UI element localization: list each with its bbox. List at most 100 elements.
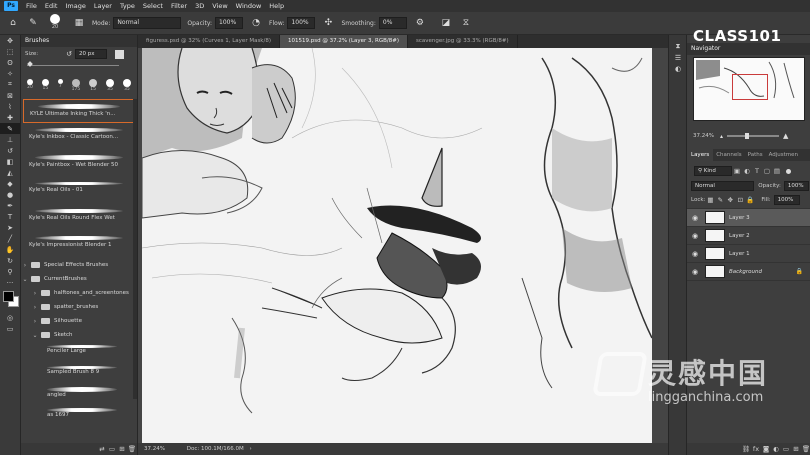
- quick-mask-icon[interactable]: ◎: [0, 312, 20, 323]
- filter-smart-icon[interactable]: ▤: [772, 167, 782, 175]
- type-tool-icon[interactable]: T: [0, 211, 20, 222]
- eraser-tool-icon[interactable]: ◧: [0, 156, 20, 167]
- brush-preset-picker[interactable]: 20: [44, 14, 66, 32]
- add-mask-icon[interactable]: ◙: [761, 445, 771, 453]
- tab-channels[interactable]: Channels: [713, 149, 744, 161]
- flow-field[interactable]: 100%: [287, 17, 316, 29]
- adjustment-layer-icon[interactable]: ◐: [771, 445, 781, 453]
- marquee-tool-icon[interactable]: ⬚: [0, 46, 20, 57]
- filter-pixel-icon[interactable]: ▣: [732, 167, 742, 175]
- brush-item[interactable]: Kyle's Real Oils - 01: [21, 182, 137, 204]
- zoom-level[interactable]: 37.24%: [144, 446, 165, 452]
- menu-layer[interactable]: Layer: [90, 2, 116, 10]
- chevron-right-icon[interactable]: ›: [21, 262, 29, 269]
- doc-tab[interactable]: figuress.psd @ 32% (Curves 1, Layer Mask…: [138, 35, 280, 48]
- line-tool-icon[interactable]: ╱: [0, 233, 20, 244]
- crop-tool-icon[interactable]: ⌗: [0, 79, 20, 90]
- brush-folder[interactable]: › Silhouette: [21, 314, 137, 328]
- frame-tool-icon[interactable]: ⊠: [0, 90, 20, 101]
- move-tool-icon[interactable]: ✥: [0, 35, 20, 46]
- clone-stamp-tool-icon[interactable]: ⊥: [0, 134, 20, 145]
- brush-item-selected[interactable]: KYLE Ultimate Inking Thick 'n...: [23, 99, 135, 123]
- menu-select[interactable]: Select: [139, 2, 167, 10]
- zoom-slider[interactable]: [727, 133, 779, 139]
- menu-edit[interactable]: Edit: [41, 2, 62, 10]
- eye-icon[interactable]: ◉: [687, 250, 703, 258]
- trash-icon[interactable]: 🗑: [127, 445, 137, 453]
- history-panel-icon[interactable]: ⧗: [669, 41, 687, 52]
- toggle-panel-icon[interactable]: ⇄: [97, 445, 107, 453]
- zoom-in-icon[interactable]: ▲: [783, 132, 788, 140]
- new-brush-icon[interactable]: ⊞: [117, 445, 127, 453]
- eye-icon[interactable]: ◉: [687, 268, 703, 276]
- chevron-right-icon[interactable]: ›: [250, 446, 252, 452]
- layer-row[interactable]: ◉ Layer 1: [687, 244, 810, 262]
- color-panel-icon[interactable]: ◐: [669, 63, 687, 74]
- chevron-right-icon[interactable]: ›: [31, 318, 39, 325]
- brush-item[interactable]: Penciler Large: [21, 345, 137, 363]
- lasso-tool-icon[interactable]: ʘ: [0, 57, 20, 68]
- layer-row[interactable]: ◉ Layer 2: [687, 226, 810, 244]
- blur-tool-icon[interactable]: ◆: [0, 178, 20, 189]
- navigator-thumbnail[interactable]: [693, 57, 805, 121]
- path-select-tool-icon[interactable]: ➤: [0, 222, 20, 233]
- menu-image[interactable]: Image: [61, 2, 89, 10]
- brush-item[interactable]: Kyle's Paintbox - Wet Blender 50: [21, 155, 137, 177]
- canvas-area[interactable]: [138, 48, 668, 443]
- brush-item[interactable]: Kyle's Impressionist Blender 1: [21, 236, 137, 258]
- new-group-icon[interactable]: ▭: [781, 445, 791, 453]
- brush-item[interactable]: Kyle's Inkbox - Classic Cartoon...: [21, 128, 137, 150]
- lock-transparency-icon[interactable]: ▦: [705, 196, 715, 204]
- history-brush-tool-icon[interactable]: ↺: [0, 145, 20, 156]
- preset-tip[interactable]: 15: [89, 79, 98, 92]
- tab-layers[interactable]: Layers: [687, 149, 714, 161]
- brush-folder[interactable]: › spatter_brushes: [21, 300, 137, 314]
- zoom-tool-icon[interactable]: ⚲: [0, 266, 20, 277]
- chevron-right-icon[interactable]: ›: [31, 304, 39, 311]
- lock-all-icon[interactable]: 🔒: [745, 196, 755, 204]
- hand-tool-icon[interactable]: ✋: [0, 244, 20, 255]
- quick-select-tool-icon[interactable]: ✧: [0, 68, 20, 79]
- menu-window[interactable]: Window: [232, 2, 266, 10]
- size-slider[interactable]: [27, 61, 119, 67]
- home-icon[interactable]: ⌂: [6, 16, 20, 30]
- brush-tool-icon-active[interactable]: ✎: [0, 123, 20, 134]
- new-brush-icon[interactable]: [115, 49, 125, 59]
- symmetry-icon[interactable]: ⧖: [459, 16, 473, 30]
- brush-folder[interactable]: ⌄ Sketch: [21, 328, 137, 342]
- paint-bucket-tool-icon[interactable]: ◭: [0, 167, 20, 178]
- document-canvas[interactable]: [142, 48, 652, 443]
- navigator-view-box[interactable]: [732, 74, 768, 100]
- link-layers-icon[interactable]: ⛓: [741, 445, 751, 453]
- brush-tool-icon[interactable]: ✎: [26, 16, 40, 30]
- smoothing-settings-icon[interactable]: ⚙: [413, 16, 427, 30]
- preset-tip[interactable]: 35: [122, 79, 131, 92]
- preset-tip[interactable]: 7: [57, 79, 63, 92]
- healing-tool-icon[interactable]: ✚: [0, 112, 20, 123]
- layer-row[interactable]: ◉ Background 🔒: [687, 262, 810, 281]
- blend-mode-select[interactable]: Normal: [691, 181, 755, 191]
- brush-item[interactable]: angled: [21, 387, 137, 405]
- kind-filter-select[interactable]: ⚲ Kind: [694, 166, 732, 176]
- brush-item[interactable]: as 1697: [21, 408, 137, 426]
- airbrush-icon[interactable]: ✣: [321, 16, 335, 30]
- eyedropper-tool-icon[interactable]: ⌇: [0, 101, 20, 112]
- filter-shape-icon[interactable]: ▢: [762, 167, 772, 175]
- brush-settings-icon[interactable]: ▦: [72, 16, 86, 30]
- size-slider-handle[interactable]: [27, 61, 33, 67]
- more-tools-icon[interactable]: ···: [0, 277, 20, 288]
- brushes-scrollbar[interactable]: [133, 99, 137, 399]
- layer-style-icon[interactable]: fx: [751, 445, 761, 453]
- rotate-view-tool-icon[interactable]: ↻: [0, 255, 20, 266]
- menu-help[interactable]: Help: [265, 2, 288, 10]
- preset-tip[interactable]: 175: [72, 79, 80, 92]
- new-layer-icon[interactable]: ⊞: [791, 445, 801, 453]
- menu-filter[interactable]: Filter: [167, 2, 191, 10]
- eye-icon[interactable]: ◉: [687, 232, 703, 240]
- brushes-panel-tab[interactable]: Brushes: [21, 35, 137, 47]
- properties-panel-icon[interactable]: ☰: [669, 52, 687, 63]
- brush-item[interactable]: Kyle's Real Oils Round Flex Wet: [21, 209, 137, 231]
- menu-type[interactable]: Type: [116, 2, 139, 10]
- new-group-icon[interactable]: ▭: [107, 445, 117, 453]
- doc-tab[interactable]: scavenger.jpg @ 33.3% (RGB/8#): [408, 35, 518, 48]
